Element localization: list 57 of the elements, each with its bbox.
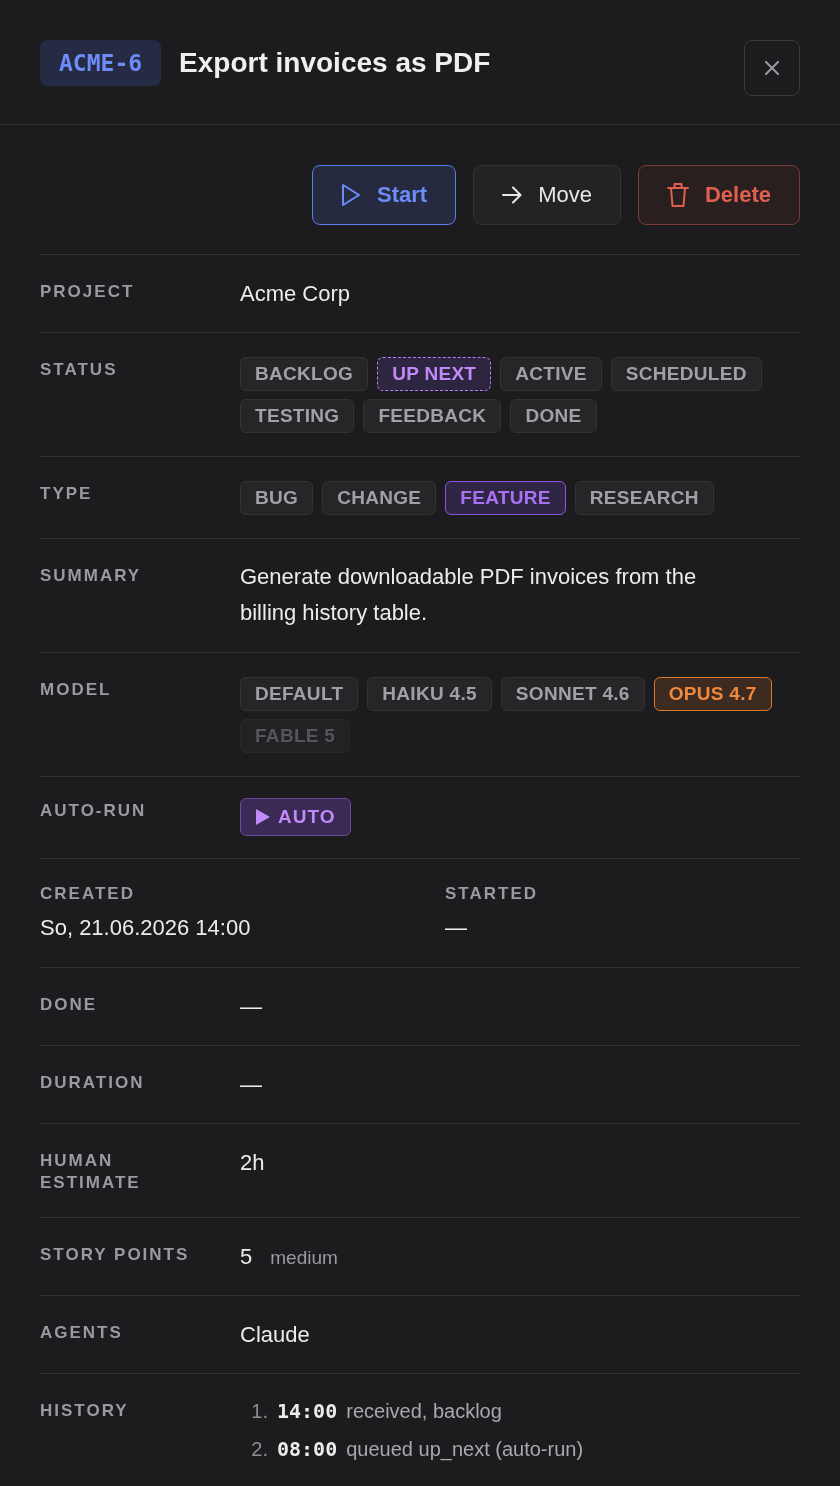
model-chip[interactable]: DEFAULT: [240, 677, 359, 711]
close-icon: [765, 61, 779, 75]
field-label: CREATED: [40, 883, 136, 905]
story-points-note: medium: [270, 1247, 338, 1269]
field-label: DONE: [40, 994, 99, 1016]
status-chip[interactable]: DONE: [510, 399, 597, 433]
play-icon: [256, 809, 270, 825]
field-value: 2h: [240, 1149, 265, 1177]
close-button[interactable]: [744, 40, 800, 96]
field-label: SUMMARY: [40, 565, 143, 587]
field-label: STATUS: [40, 359, 119, 381]
status-chip[interactable]: UP NEXT: [377, 357, 492, 391]
type-chip[interactable]: RESEARCH: [574, 481, 714, 515]
status-chip[interactable]: ACTIVE: [500, 357, 602, 391]
play-icon: [341, 183, 362, 207]
status-chip[interactable]: SCHEDULED: [610, 357, 762, 391]
field-value: —: [240, 993, 262, 1021]
start-button[interactable]: Start: [312, 165, 457, 225]
type-chip[interactable]: FEATURE: [445, 481, 566, 515]
story-points-value: 5: [240, 1243, 253, 1271]
field-value: —: [445, 914, 468, 942]
status-chip[interactable]: BACKLOG: [240, 357, 369, 391]
history-time: 14:00: [277, 1398, 338, 1424]
auto-run-toggle[interactable]: AUTO: [240, 798, 352, 836]
task-title: Export invoices as PDF: [179, 47, 491, 79]
field-label: DURATION: [40, 1072, 146, 1094]
field-value: Claude: [240, 1321, 310, 1349]
field-label: STARTED: [445, 883, 539, 905]
history-text: received, backlog: [346, 1399, 502, 1424]
field-label: PROJECT: [40, 281, 136, 303]
history-number: 1.: [250, 1399, 268, 1424]
move-button[interactable]: Move: [473, 165, 621, 225]
model-chip[interactable]: HAIKU 4.5: [367, 677, 492, 711]
history-number: 2.: [250, 1437, 268, 1462]
field-label: MODEL: [40, 679, 113, 701]
model-chip[interactable]: OPUS 4.7: [653, 677, 772, 711]
history-text: queued up_next (auto-run): [346, 1437, 584, 1462]
field-label: HISTORY: [40, 1400, 130, 1422]
type-chip[interactable]: CHANGE: [322, 481, 437, 515]
arrow-right-icon: [502, 186, 523, 204]
field-label: TYPE: [40, 483, 94, 505]
field-label: STORY POINTS: [40, 1244, 191, 1266]
field-value: Acme Corp: [240, 280, 351, 308]
status-chip[interactable]: FEEDBACK: [363, 399, 502, 433]
field-label: AGENTS: [40, 1322, 124, 1344]
delete-button[interactable]: Delete: [637, 165, 800, 225]
field-value: —: [240, 1071, 262, 1099]
history-time: 08:00: [277, 1436, 338, 1462]
issue-key-badge: ACME-6: [40, 40, 162, 86]
status-chip[interactable]: TESTING: [240, 399, 355, 433]
field-label: HUMAN ESTIMATE: [40, 1150, 142, 1194]
field-label: AUTO-RUN: [40, 800, 148, 822]
trash-icon: [666, 183, 689, 207]
field-value: So, 21.06.2026 14:00: [40, 914, 252, 942]
model-chip[interactable]: SONNET 4.6: [500, 677, 645, 711]
summary-text: Generate downloadable PDF invoices from the billing history table.: [240, 563, 698, 627]
type-chip[interactable]: BUG: [240, 481, 314, 515]
